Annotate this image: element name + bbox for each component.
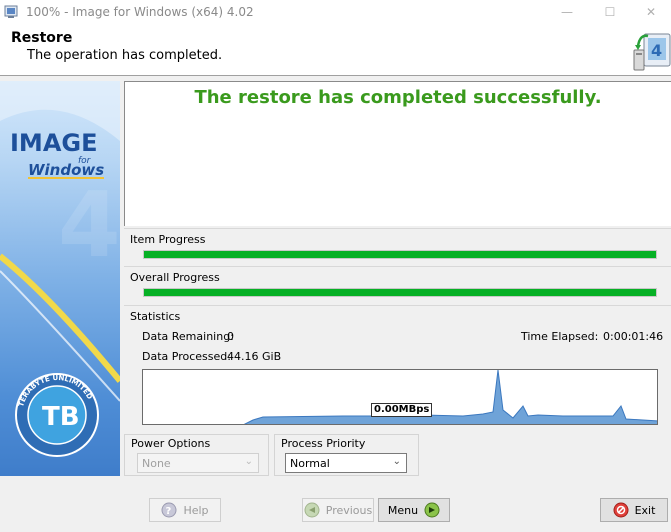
data-processed-value: 44.16 GiB	[227, 350, 282, 363]
data-remaining-value: 0	[227, 330, 234, 343]
previous-button[interactable]: Previous	[302, 498, 374, 522]
menu-button[interactable]: Menu	[378, 498, 450, 522]
overall-progress-fill	[144, 289, 656, 296]
overall-progress-label: Overall Progress	[130, 271, 220, 284]
process-priority-label: Process Priority	[281, 437, 366, 450]
transfer-rate: 0.00MBps	[371, 403, 433, 417]
item-progress-fill	[144, 251, 656, 258]
arrow-right-icon	[424, 502, 440, 518]
help-icon: ?	[161, 502, 177, 518]
terabyte-seal-icon: TB TERABYTE UNLIMITED	[15, 373, 99, 457]
data-remaining-label: Data Remaining:	[142, 330, 234, 343]
process-priority-select[interactable]: Normal ⌄	[285, 453, 407, 473]
process-priority-value: Normal	[290, 457, 330, 470]
banner-art: 4 IMAGE for Windows TB TERABYTE UNLIMITE…	[0, 81, 120, 457]
throughput-graph: 0.00MBps	[142, 369, 658, 425]
result-panel: The restore has completed successfully.	[124, 81, 671, 226]
svg-text:TB: TB	[42, 402, 80, 432]
restore-computer-icon: 4	[633, 33, 671, 71]
data-processed-label: Data Processed:	[142, 350, 231, 363]
exit-button-label: Exit	[634, 503, 656, 517]
page-title: Restore	[11, 30, 73, 46]
time-elapsed-value: 0:00:01:46	[603, 330, 664, 343]
product-banner: 4 IMAGE for Windows TB TERABYTE UNLIMITE…	[0, 81, 120, 476]
wizard-header: Restore The operation has completed. 4	[0, 24, 671, 76]
process-priority-group: Process Priority Normal ⌄	[274, 434, 419, 476]
menu-button-label: Menu	[387, 503, 419, 517]
previous-button-label: Previous	[325, 503, 373, 517]
title-bar: 100% - Image for Windows (x64) 4.02 — ☐ …	[0, 0, 671, 24]
chevron-down-icon: ⌄	[244, 456, 253, 467]
logo-image-text: IMAGE	[10, 129, 97, 157]
overall-progress-group: Overall Progress	[124, 266, 671, 304]
close-button[interactable]: ✕	[631, 0, 671, 24]
time-elapsed-label: Time Elapsed:	[521, 330, 599, 343]
item-progress-bar	[143, 250, 657, 259]
help-button-label: Help	[183, 503, 209, 517]
exit-button[interactable]: Exit	[600, 498, 668, 522]
maximize-button[interactable]: ☐	[590, 0, 630, 24]
power-options-select: None ⌄	[137, 453, 259, 473]
item-progress-group: Item Progress	[124, 228, 671, 266]
arrow-left-icon	[304, 502, 320, 518]
minimize-button[interactable]: —	[547, 0, 587, 24]
result-message: The restore has completed successfully.	[194, 87, 602, 108]
statistics-label: Statistics	[130, 310, 181, 323]
help-button[interactable]: ? Help	[149, 498, 221, 522]
logo-windows-text: Windows	[28, 161, 104, 179]
exit-icon	[613, 502, 629, 518]
power-options-group: Power Options None ⌄	[124, 434, 269, 476]
app-icon	[4, 5, 18, 18]
svg-text:?: ?	[166, 506, 172, 517]
window-title: 100% - Image for Windows (x64) 4.02	[26, 5, 254, 19]
chevron-down-icon: ⌄	[392, 456, 401, 467]
overall-progress-bar	[143, 288, 657, 297]
svg-text:4: 4	[58, 173, 120, 278]
item-progress-label: Item Progress	[130, 233, 206, 246]
power-options-value: None	[142, 457, 171, 470]
power-options-label: Power Options	[131, 437, 211, 450]
svg-text:4: 4	[651, 41, 662, 60]
page-subtitle: The operation has completed.	[27, 48, 223, 63]
